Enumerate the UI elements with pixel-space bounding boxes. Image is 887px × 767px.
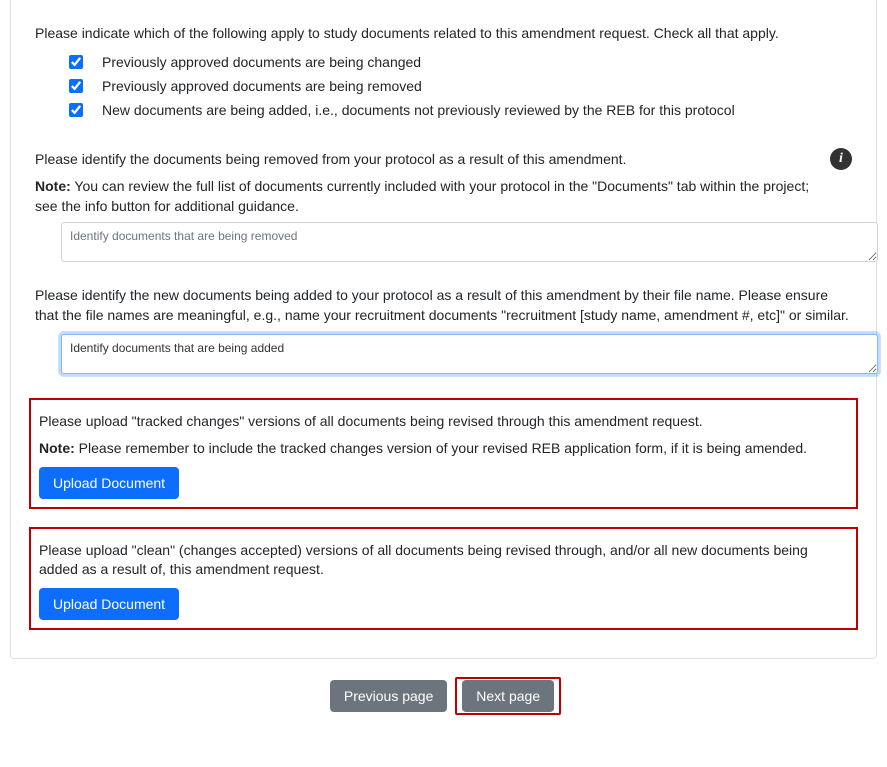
checkbox-label: New documents are being added, i.e., doc… [102,102,735,118]
previous-page-button[interactable]: Previous page [330,680,448,712]
checkbox-removed[interactable] [69,79,83,93]
upload-tracked-button[interactable]: Upload Document [39,467,179,499]
question-apply: Please indicate which of the following a… [35,24,852,120]
upload-clean-section: Please upload "clean" (changes accepted)… [29,527,858,630]
upload-tracked-section: Please upload "tracked changes" versions… [29,398,858,509]
question-apply-prompt: Please indicate which of the following a… [35,24,852,44]
next-page-button[interactable]: Next page [462,680,554,712]
upload-tracked-note: Note: Please remember to include the tra… [39,439,848,459]
checkbox-changed[interactable] [69,55,83,69]
note-label: Note: [39,440,75,456]
question-removed-prompt: Please identify the documents being remo… [35,150,820,170]
info-icon[interactable]: i [830,148,852,170]
upload-tracked-prompt: Please upload "tracked changes" versions… [39,412,848,432]
docs-added-textarea[interactable] [61,334,878,374]
note-text: Please remember to include the tracked c… [75,440,807,456]
checkbox-option: Previously approved documents are being … [65,52,852,72]
form-panel: Please indicate which of the following a… [10,0,877,659]
note-label: Note: [35,178,71,194]
docs-removed-textarea[interactable] [61,222,878,262]
upload-clean-button[interactable]: Upload Document [39,588,179,620]
checkbox-label: Previously approved documents are being … [102,78,422,94]
checkbox-added[interactable] [69,103,83,117]
question-removed-note: Note: You can review the full list of do… [35,177,820,216]
question-added: Please identify the new documents being … [35,286,852,373]
upload-clean-prompt: Please upload "clean" (changes accepted)… [39,541,848,580]
checkbox-list: Previously approved documents are being … [65,52,852,120]
question-removed: Please identify the documents being remo… [35,144,852,263]
next-highlight: Next page [455,677,561,715]
question-added-prompt: Please identify the new documents being … [35,286,852,325]
nav-row: Previous page Next page [0,659,887,731]
checkbox-option: New documents are being added, i.e., doc… [65,100,852,120]
checkbox-option: Previously approved documents are being … [65,76,852,96]
note-text: You can review the full list of document… [35,178,809,214]
checkbox-label: Previously approved documents are being … [102,54,421,70]
